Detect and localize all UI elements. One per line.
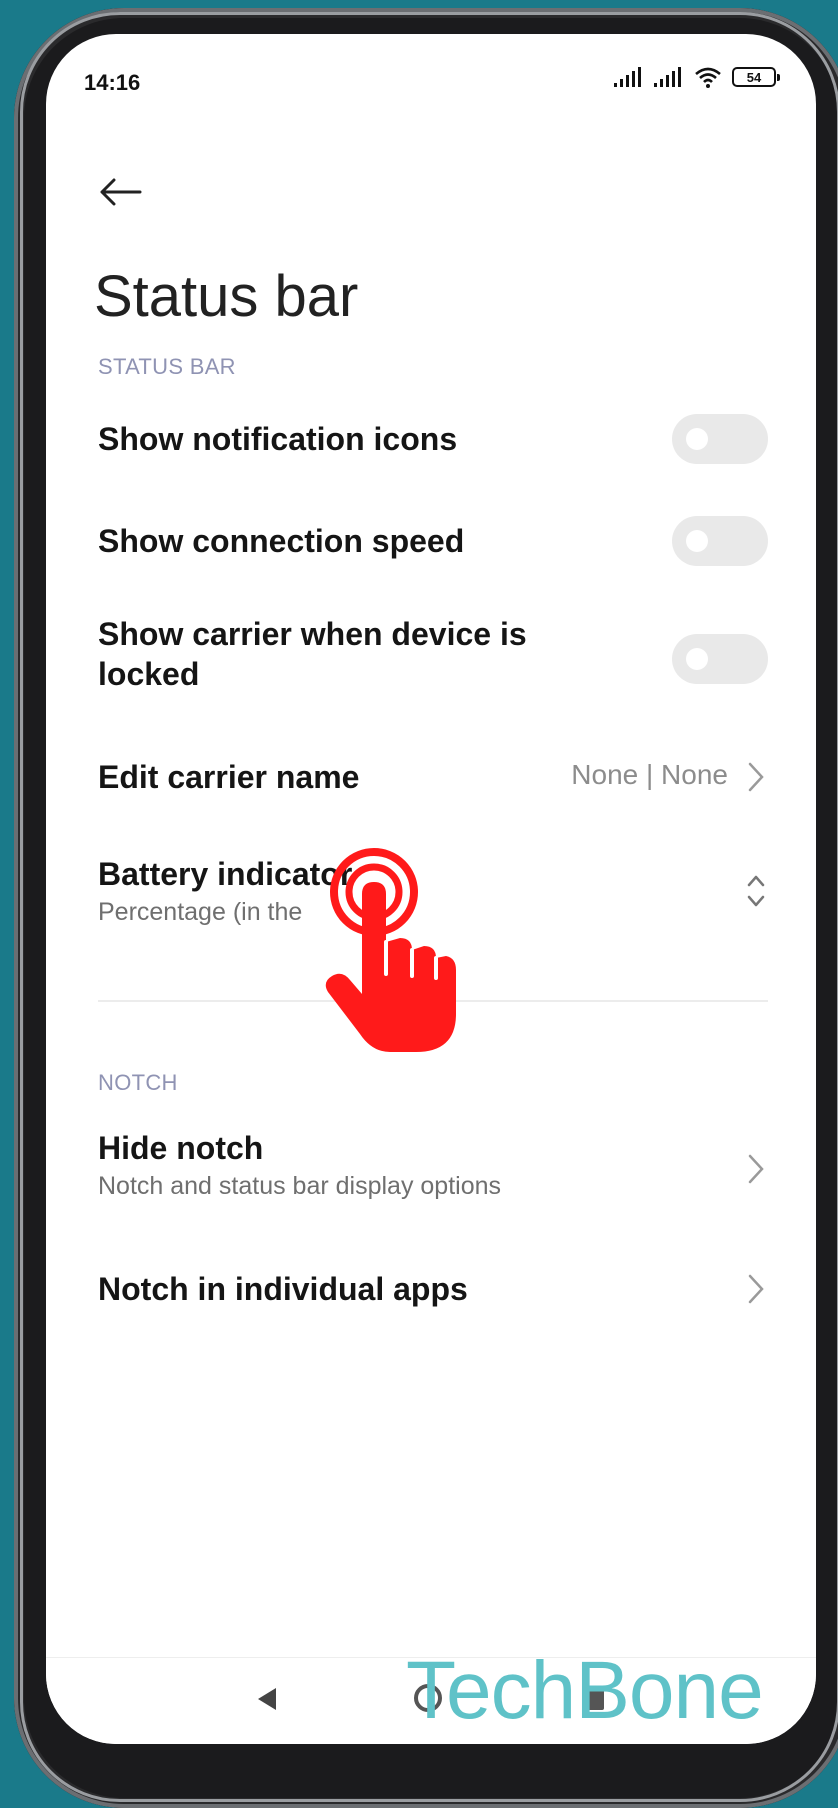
chevron-up-down-icon: [747, 875, 765, 907]
toggle-connection-speed[interactable]: [672, 516, 768, 566]
row-label: Show connection speed: [98, 523, 465, 559]
section-label-status-bar: STATUS BAR: [98, 354, 236, 379]
back-button[interactable]: [98, 172, 148, 212]
toggle-notification-icons[interactable]: [672, 414, 768, 464]
battery-icon: 54: [732, 67, 780, 87]
page-title: Status bar: [94, 264, 359, 329]
wifi-icon: [695, 67, 721, 88]
status-time: 14:16: [84, 70, 141, 95]
row-show-notification-icons[interactable]: Show notification icons: [98, 414, 768, 464]
chevron-right-icon: [748, 1154, 764, 1184]
row-show-connection-speed[interactable]: Show connection speed: [98, 516, 768, 566]
chevron-right-icon: [748, 762, 764, 792]
section-label-notch: NOTCH: [98, 1070, 178, 1095]
row-edit-carrier-name[interactable]: Edit carrier name None | None: [98, 752, 768, 802]
watermark-logo: TechBone: [406, 1645, 764, 1736]
system-status-bar: 14:16 54: [46, 34, 816, 118]
row-notch-individual-apps[interactable]: Notch in individual apps: [98, 1264, 768, 1314]
status-icons: 54: [614, 66, 780, 88]
row-hide-notch[interactable]: Hide notch Notch and status bar display …: [98, 1128, 768, 1218]
row-show-carrier-locked[interactable]: Show carrier when device is locked: [98, 614, 768, 698]
row-label: Show carrier when device is locked: [98, 616, 527, 692]
battery-level: 54: [746, 69, 762, 85]
row-label: Notch in individual apps: [98, 1271, 468, 1307]
signal-icon-2: [654, 67, 681, 87]
toggle-carrier-locked[interactable]: [672, 634, 768, 684]
signal-icon: [614, 67, 641, 87]
row-label: Show notification icons: [98, 421, 458, 457]
row-sublabel: Notch and status bar display options: [98, 1172, 502, 1200]
tap-hand-pointer-icon: [325, 848, 456, 1052]
row-label: Hide notch: [98, 1130, 264, 1166]
nav-back-icon[interactable]: [254, 1686, 278, 1712]
chevron-right-icon: [748, 1274, 764, 1304]
carrier-name-value: None | None: [571, 759, 728, 790]
arrow-left-icon: [100, 178, 142, 206]
